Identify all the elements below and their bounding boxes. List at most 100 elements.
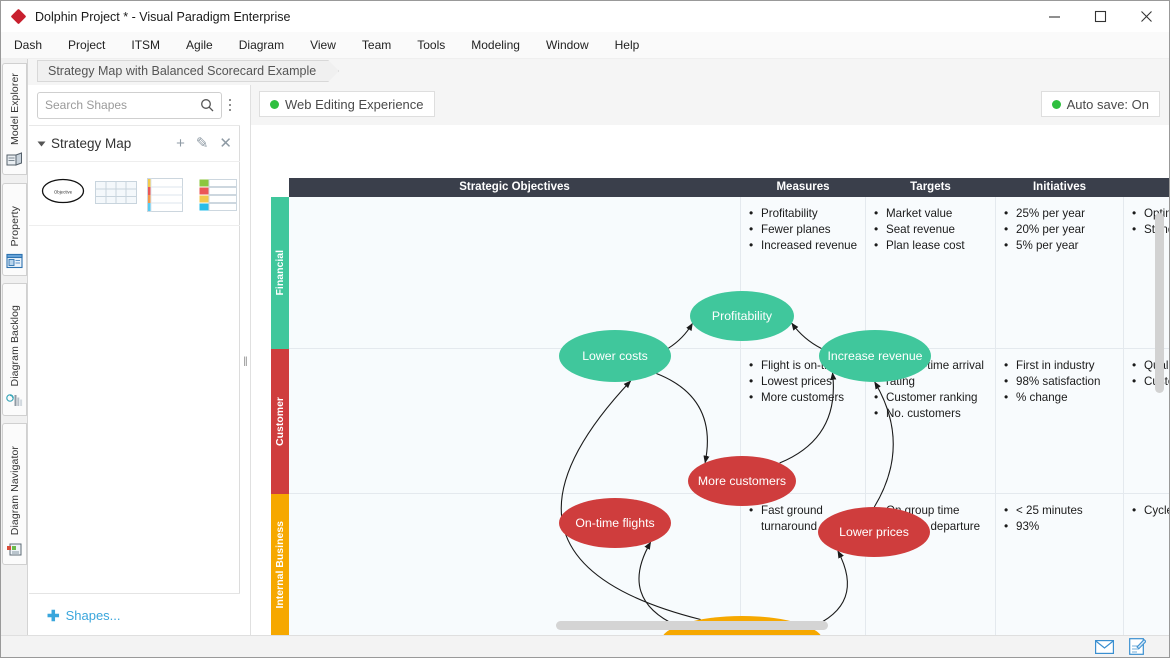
objective-node-label: On-time flights (575, 516, 655, 530)
auto-save-label: Auto save: On (1066, 96, 1149, 112)
splitter-grip-icon: || (243, 355, 247, 367)
note-edit-icon[interactable] (1128, 638, 1147, 655)
horizontal-scroll-thumb[interactable] (556, 621, 828, 630)
menu-item-itsm[interactable]: ITSM (118, 34, 173, 56)
menu-item-team[interactable]: Team (349, 34, 404, 56)
menu-item-modeling[interactable]: Modeling (458, 34, 533, 56)
auto-save-badge[interactable]: Auto save: On (1040, 91, 1160, 117)
web-editing-label: Web Editing Experience (285, 96, 424, 112)
shape-palette: Objective (29, 162, 240, 226)
menu-item-tools[interactable]: Tools (404, 34, 458, 56)
vertical-scroll-thumb[interactable] (1155, 213, 1164, 393)
list-item: < 25 minutes (1004, 502, 1117, 519)
edit-shape-button[interactable]: ✎ (196, 136, 209, 151)
objectives-cell (289, 349, 741, 494)
more-options-icon[interactable] (226, 93, 234, 117)
list-item: 5% per year (1004, 237, 1117, 254)
plus-icon: ✚ (47, 607, 60, 625)
rail-tab-label: Property (8, 205, 21, 246)
list-item: Fewer planes (749, 221, 859, 238)
list-item: Customer ranking (874, 389, 989, 406)
menu-item-view[interactable]: View (297, 34, 349, 56)
menu-item-window[interactable]: Window (533, 34, 602, 56)
colored-perspective-shape[interactable] (199, 178, 241, 211)
rail-tab-property[interactable]: Property (2, 183, 27, 276)
objective-node-label: Lower costs (582, 349, 648, 363)
model-explorer-icon (6, 152, 24, 170)
table-grid-shape[interactable] (95, 178, 137, 210)
rail-tab-diagram-navigator[interactable]: Diagram Navigator (2, 423, 27, 565)
perspective-label-financial: Financial (271, 197, 289, 349)
canvas-horizontal-scrollbar[interactable] (251, 620, 1169, 631)
cell-initiatives[interactable]: 25% per year20% per year5% per year (996, 197, 1124, 349)
menu-item-agile[interactable]: Agile (173, 34, 226, 56)
objective-node-lower-costs[interactable]: Lower costs (559, 330, 671, 382)
objective-node-lower-prices[interactable]: Lower prices (818, 507, 930, 557)
perspective-label-internal-business: Internal Business (271, 494, 289, 636)
canvas-vertical-scrollbar[interactable] (1154, 125, 1165, 630)
menu-bar: Dash Project ITSM Agile Diagram View Team Tools… (1, 32, 1169, 59)
list-item: Increased revenue (749, 237, 859, 254)
list-item: First in industry (1004, 357, 1117, 374)
close-group-button[interactable]: ✕ (219, 136, 232, 151)
objective-node-more-customers[interactable]: More customers (688, 456, 796, 506)
add-shapes-label: Shapes... (65, 608, 121, 623)
panel-splitter[interactable]: || (240, 85, 251, 637)
breadcrumb[interactable]: Strategy Map with Balanced Scorecard Exa… (37, 60, 339, 82)
cell-initiatives[interactable]: < 25 minutes93% (996, 494, 1124, 636)
menu-item-project[interactable]: Project (55, 34, 118, 56)
objective-ellipse-shape[interactable]: Objective (41, 178, 85, 210)
application-window: Dolphin Project * - Visual Paradigm Ente… (0, 0, 1170, 658)
search-shapes-box[interactable] (37, 91, 222, 119)
left-tab-rail: Model Explorer Property Diagram Backlog Dia… (1, 59, 28, 637)
list-item: Seat revenue (874, 221, 989, 238)
maximize-icon[interactable] (1077, 1, 1123, 32)
add-shapes-footer[interactable]: ✚ Shapes... (29, 593, 240, 637)
shapes-panel: Strategy Map + ✎ ✕ Objective (29, 85, 240, 637)
search-icon (201, 99, 214, 112)
objective-node-ontime-flights[interactable]: On-time flights (559, 498, 671, 548)
minimize-icon[interactable] (1031, 1, 1077, 32)
menu-item-help[interactable]: Help (602, 34, 653, 56)
cell-targets[interactable]: Market valueSeat revenuePlan lease cost (866, 197, 996, 349)
cell-initiatives[interactable]: First in industry98% satisfaction% chang… (996, 349, 1124, 494)
shapes-search-row (29, 85, 240, 126)
objective-node-label: More customers (697, 474, 787, 488)
status-dot-icon (1051, 99, 1061, 109)
status-dot-icon (270, 99, 279, 109)
objective-node-profitability[interactable]: Profitability (690, 291, 794, 341)
rail-tab-model-explorer[interactable]: Model Explorer (2, 63, 27, 175)
rail-tab-diagram-backlog[interactable]: Diagram Backlog (2, 283, 27, 416)
perspective-label-customer: Customer (271, 349, 289, 494)
mail-icon[interactable] (1095, 638, 1114, 655)
svg-text:Objective: Objective (54, 189, 73, 194)
perspective-label-text: Internal Business (274, 521, 286, 609)
objective-node-label: Lower prices (839, 525, 909, 539)
objective-node-increase-rev[interactable]: Increase revenue (819, 330, 931, 382)
objectives-cell (289, 197, 741, 349)
web-editing-experience-badge[interactable]: Web Editing Experience (259, 91, 435, 117)
add-shape-button[interactable]: + (176, 136, 185, 151)
column-header-initiatives: Initiatives (996, 178, 1124, 197)
property-icon (5, 253, 24, 271)
rail-tab-label: Diagram Navigator (8, 445, 21, 535)
list-item: 98% satisfaction (1004, 373, 1117, 390)
shape-group-header[interactable]: Strategy Map + ✎ ✕ (29, 126, 240, 162)
list-item: No. customers (874, 405, 989, 422)
menu-item-diagram[interactable]: Diagram (226, 34, 297, 56)
close-icon[interactable] (1123, 1, 1169, 32)
objective-node-label: Profitability (711, 309, 773, 323)
status-bar (1, 635, 1169, 657)
canvas-toolbar: Web Editing Experience Auto save: On (251, 85, 1169, 125)
striped-column-shape[interactable] (147, 177, 189, 212)
list-item: % change (1004, 389, 1117, 406)
diagram-canvas-area: Web Editing Experience Auto save: On Str… (251, 85, 1169, 637)
list-item: More customers (749, 389, 859, 406)
diagram-backlog-icon (5, 393, 24, 411)
column-header-strategic-objectives: Strategic Objectives (289, 178, 741, 197)
menu-item-dash[interactable]: Dash (1, 34, 55, 56)
column-header-measures: Measures (741, 178, 866, 197)
search-input[interactable] (45, 98, 200, 112)
shape-group-title: Strategy Map (51, 136, 132, 151)
strategy-map-diagram[interactable]: Strategic Objectives Measures Targets Initi… (251, 125, 1169, 637)
